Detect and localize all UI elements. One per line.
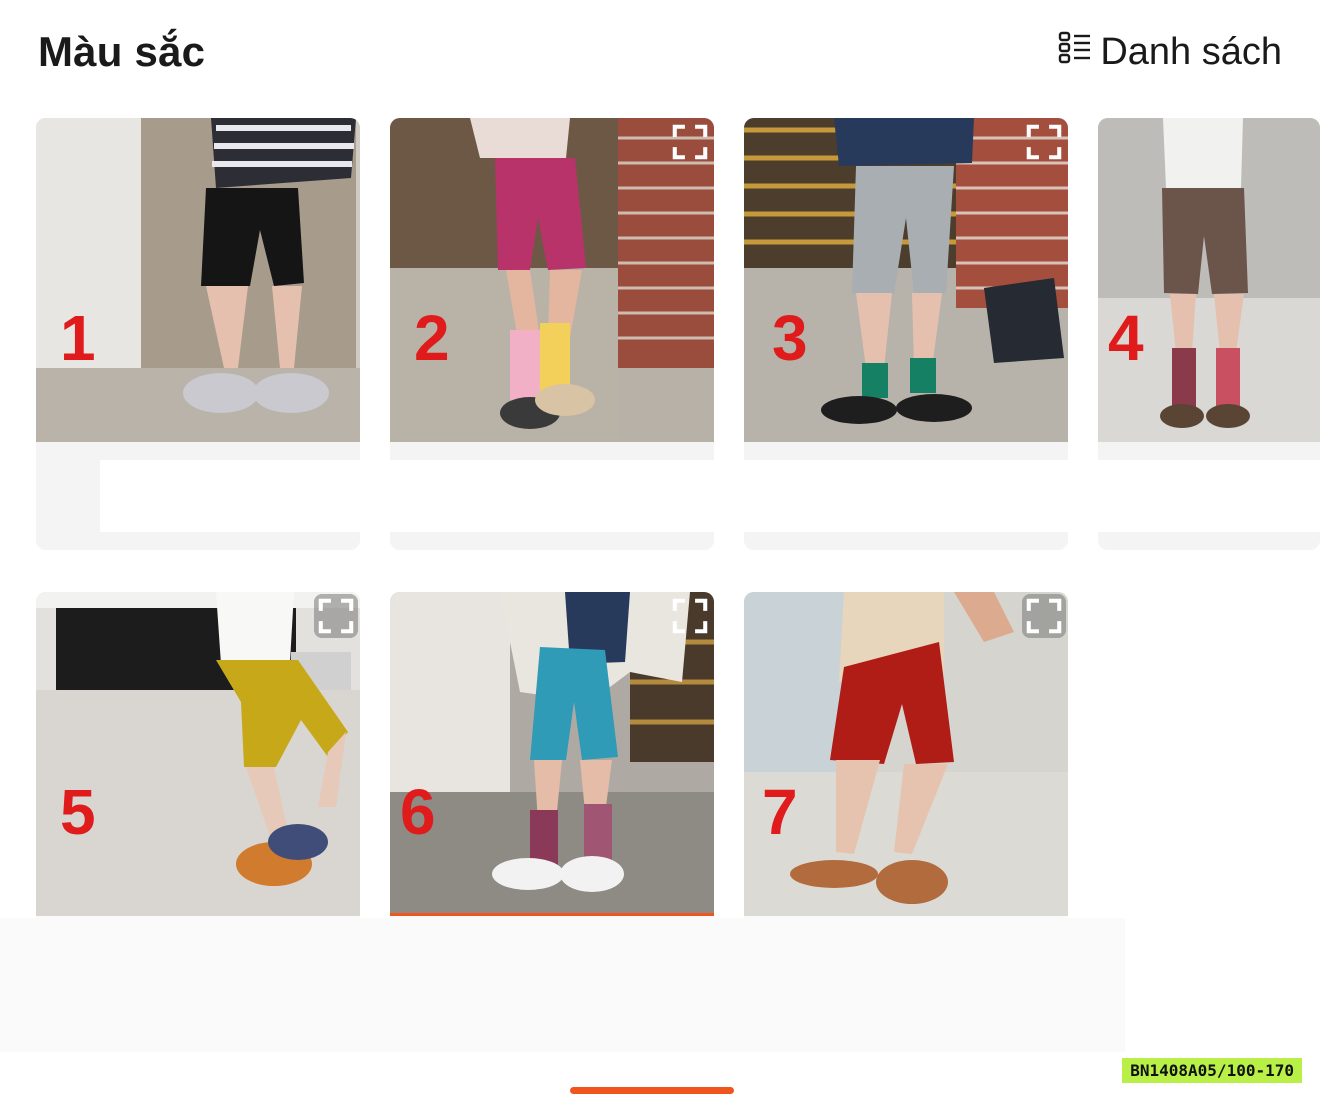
variant-photo-7: 7 xyxy=(744,592,1068,916)
variant-card-2[interactable]: 2 xyxy=(390,118,714,550)
blank-patch xyxy=(1098,460,1320,532)
expand-button[interactable] xyxy=(668,594,712,638)
variant-number-6: 6 xyxy=(400,776,436,848)
expand-icon xyxy=(1026,124,1062,160)
bottom-panel xyxy=(0,918,1125,1052)
variant-number-7: 7 xyxy=(762,776,798,848)
blank-patch xyxy=(744,460,1068,532)
variant-number-2: 2 xyxy=(414,302,450,374)
variant-number-3: 3 xyxy=(772,302,808,374)
variant-card-4[interactable]: 4 xyxy=(1098,118,1320,550)
expand-button[interactable] xyxy=(314,594,358,638)
variant-photo-3: 3 xyxy=(744,118,1068,442)
list-view-toggle[interactable]: Danh sách xyxy=(1058,30,1282,74)
variant-photo-5: 5 xyxy=(36,592,360,916)
expand-icon xyxy=(318,598,354,634)
sku-tag: BN1408A05/100-170 xyxy=(1122,1058,1302,1083)
variant-number-5: 5 xyxy=(60,776,96,848)
home-indicator[interactable] xyxy=(570,1087,734,1094)
expand-icon xyxy=(672,124,708,160)
variant-number-1: 1 xyxy=(60,302,96,374)
expand-button[interactable] xyxy=(668,120,712,164)
list-view-icon xyxy=(1058,30,1092,74)
list-view-label: Danh sách xyxy=(1100,30,1282,73)
page-title: Màu sắc xyxy=(38,28,206,75)
expand-icon xyxy=(672,598,708,634)
blank-patch xyxy=(390,460,714,532)
variant-card-1[interactable]: 1 xyxy=(36,118,360,550)
variant-photo-2: 2 xyxy=(390,118,714,442)
variant-card-3[interactable]: 3 xyxy=(744,118,1068,550)
variant-photo-6: 6 xyxy=(390,592,714,916)
shorts xyxy=(201,188,304,286)
expand-button[interactable] xyxy=(1022,120,1066,164)
expand-button[interactable] xyxy=(1022,594,1066,638)
expand-icon xyxy=(1026,598,1062,634)
variant-number-4: 4 xyxy=(1108,302,1144,374)
blank-patch xyxy=(100,460,360,532)
variant-photo-1: 1 xyxy=(36,118,360,442)
variant-photo-4: 4 xyxy=(1098,118,1320,442)
